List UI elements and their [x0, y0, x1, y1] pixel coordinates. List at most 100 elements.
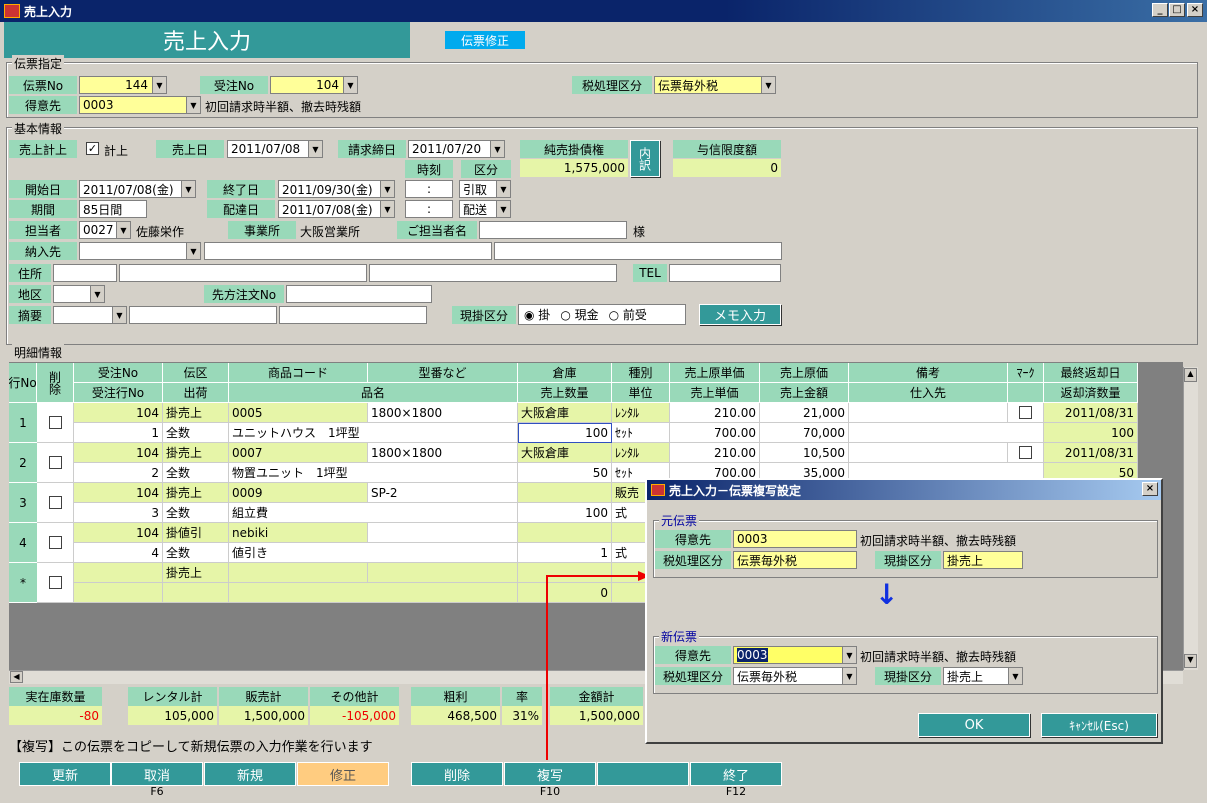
cell-gyo[interactable]	[74, 583, 163, 603]
cell-kata[interactable]: 1800×1800	[368, 443, 518, 463]
cell-suryo[interactable]: 50	[518, 463, 612, 483]
cell-suryo[interactable]: 100	[518, 503, 612, 523]
cell-suryo[interactable]: 0	[518, 583, 612, 603]
cell-henkyaku[interactable]: 2011/08/31	[1044, 443, 1138, 463]
delete-checkbox[interactable]	[48, 496, 62, 509]
shin-tax-field[interactable]: 伝票毎外税 ▼	[733, 667, 857, 685]
tekiyo2-field[interactable]	[129, 306, 277, 324]
scroll-left-icon[interactable]: ◀	[10, 671, 23, 683]
kubun1-field[interactable]: 引取 ▼	[459, 180, 511, 198]
cell-kata[interactable]: SP-2	[368, 483, 518, 503]
cell-code[interactable]: 0007	[229, 443, 368, 463]
cell-shubetsu[interactable]: ﾚﾝﾀﾙ	[612, 403, 670, 423]
cell-hinmei[interactable]: 組立費	[229, 503, 518, 523]
cell-juchu[interactable]: 104	[74, 483, 163, 503]
cell-gyo[interactable]: 2	[74, 463, 163, 483]
scroll-up-icon[interactable]: ▲	[1184, 368, 1197, 382]
cancel-button[interactable]: ｷｬﾝｾﾙ(Esc)	[1041, 713, 1157, 737]
uchiwake-button[interactable]: 内訳	[630, 140, 660, 177]
nonyu-name2-field[interactable]	[494, 242, 782, 260]
ok-button[interactable]: OK	[918, 713, 1030, 737]
cell-soko[interactable]: 大阪倉庫	[518, 403, 612, 423]
cell-juchu[interactable]: 104	[74, 523, 163, 543]
delete-checkbox[interactable]	[48, 416, 62, 429]
cell-soko[interactable]	[518, 483, 612, 503]
cell-shukka[interactable]: 全数	[163, 423, 229, 443]
cell-genka[interactable]: 21,000	[760, 403, 849, 423]
cell-soko[interactable]: 大阪倉庫	[518, 443, 612, 463]
fkey-button-1[interactable]: 取消	[111, 762, 203, 786]
chevron-down-icon[interactable]: ▼	[380, 201, 394, 217]
time1-field[interactable]: :	[405, 180, 453, 198]
cell-kata[interactable]	[368, 523, 518, 543]
fkey-button-3[interactable]: 修正	[297, 762, 389, 786]
cell-shukka[interactable]: 全数	[163, 543, 229, 563]
vertical-scrollbar[interactable]	[1183, 367, 1198, 670]
cell-kata[interactable]: 1800×1800	[368, 403, 518, 423]
chevron-down-icon[interactable]: ▼	[186, 243, 200, 259]
cell-henzumi[interactable]: 100	[1044, 423, 1138, 443]
time2-field[interactable]: :	[405, 200, 453, 218]
nonyu-field[interactable]: ▼	[79, 242, 201, 260]
chevron-down-icon[interactable]: ▼	[308, 141, 322, 157]
cell-blank[interactable]	[849, 423, 1044, 443]
keijo-checkbox[interactable]: ✓	[86, 142, 99, 155]
cell-juchu[interactable]	[74, 563, 163, 583]
cell-code[interactable]	[229, 563, 368, 583]
cell-tanka[interactable]: 700.00	[670, 423, 760, 443]
kaishi-field[interactable]: 2011/07/08(金) ▼	[79, 180, 196, 198]
shin-tokui-field[interactable]: 0003 ▼	[733, 646, 857, 664]
cell-gyo[interactable]: 1	[74, 423, 163, 443]
chevron-down-icon[interactable]: ▼	[842, 668, 856, 684]
chevron-down-icon[interactable]: ▼	[186, 97, 200, 113]
cell-den[interactable]: 掛売上	[163, 403, 229, 423]
fkey-button-0[interactable]: 更新	[19, 762, 111, 786]
cell-hinmei[interactable]	[229, 583, 518, 603]
address2-field[interactable]	[369, 264, 617, 282]
cell-blank[interactable]	[849, 443, 1008, 463]
minimize-button[interactable]: _	[1152, 3, 1168, 17]
chevron-down-icon[interactable]: ▼	[181, 181, 195, 197]
cell-henkyaku[interactable]: 2011/08/31	[1044, 403, 1138, 423]
fkey-button-2[interactable]: 新規	[204, 762, 296, 786]
maximize-button[interactable]: □	[1169, 3, 1185, 17]
radio-kake[interactable]: ◉ 掛	[524, 306, 550, 323]
chevron-down-icon[interactable]: ▼	[490, 141, 504, 157]
cell-gyo[interactable]: 3	[74, 503, 163, 523]
cell-genka_tan[interactable]: 210.00	[670, 443, 760, 463]
delete-checkbox[interactable]	[48, 536, 62, 549]
cell-hinmei[interactable]: 物置ユニット 1坪型	[229, 463, 518, 483]
cell-kata[interactable]	[368, 563, 518, 583]
fkey-button-5[interactable]: 複写	[504, 762, 596, 786]
sakichu-field[interactable]	[286, 285, 432, 303]
cell-code[interactable]: 0009	[229, 483, 368, 503]
cell-code[interactable]: nebiki	[229, 523, 368, 543]
cell-hinmei[interactable]: ユニットハウス 1坪型	[229, 423, 518, 443]
chevron-down-icon[interactable]: ▼	[343, 77, 357, 93]
mark-checkbox[interactable]	[1019, 406, 1032, 419]
chevron-down-icon[interactable]: ▼	[90, 286, 104, 302]
tekiyo3-field[interactable]	[279, 306, 427, 324]
address1-field[interactable]	[119, 264, 367, 282]
cell-code[interactable]: 0005	[229, 403, 368, 423]
mark-checkbox[interactable]	[1019, 446, 1032, 459]
tax-field[interactable]: 伝票毎外税 ▼	[654, 76, 776, 94]
nonyu-name-field[interactable]	[204, 242, 492, 260]
tanto-field[interactable]: 0027 ▼	[79, 221, 131, 239]
chevron-down-icon[interactable]: ▼	[380, 181, 394, 197]
chevron-down-icon[interactable]: ▼	[761, 77, 775, 93]
cell-tani[interactable]: ｾｯﾄ	[612, 423, 670, 443]
tel-field[interactable]	[669, 264, 781, 282]
tekiyo-field[interactable]: ▼	[53, 306, 127, 324]
kubun2-field[interactable]: 配送 ▼	[459, 200, 511, 218]
kikan-field[interactable]: 85日間	[79, 200, 147, 218]
shin-genkake-field[interactable]: 掛売上 ▼	[943, 667, 1023, 685]
cell-juchu[interactable]: 104	[74, 443, 163, 463]
cell-soko[interactable]	[518, 563, 612, 583]
zip-field[interactable]	[53, 264, 117, 282]
cell-shubetsu[interactable]: ﾚﾝﾀﾙ	[612, 443, 670, 463]
close-button[interactable]: ×	[1187, 3, 1203, 17]
seikyu-field[interactable]: 2011/07/20 ▼	[408, 140, 505, 158]
radio-maeuke[interactable]: ○ 前受	[609, 306, 647, 323]
fkey-button-4[interactable]: 削除	[411, 762, 503, 786]
